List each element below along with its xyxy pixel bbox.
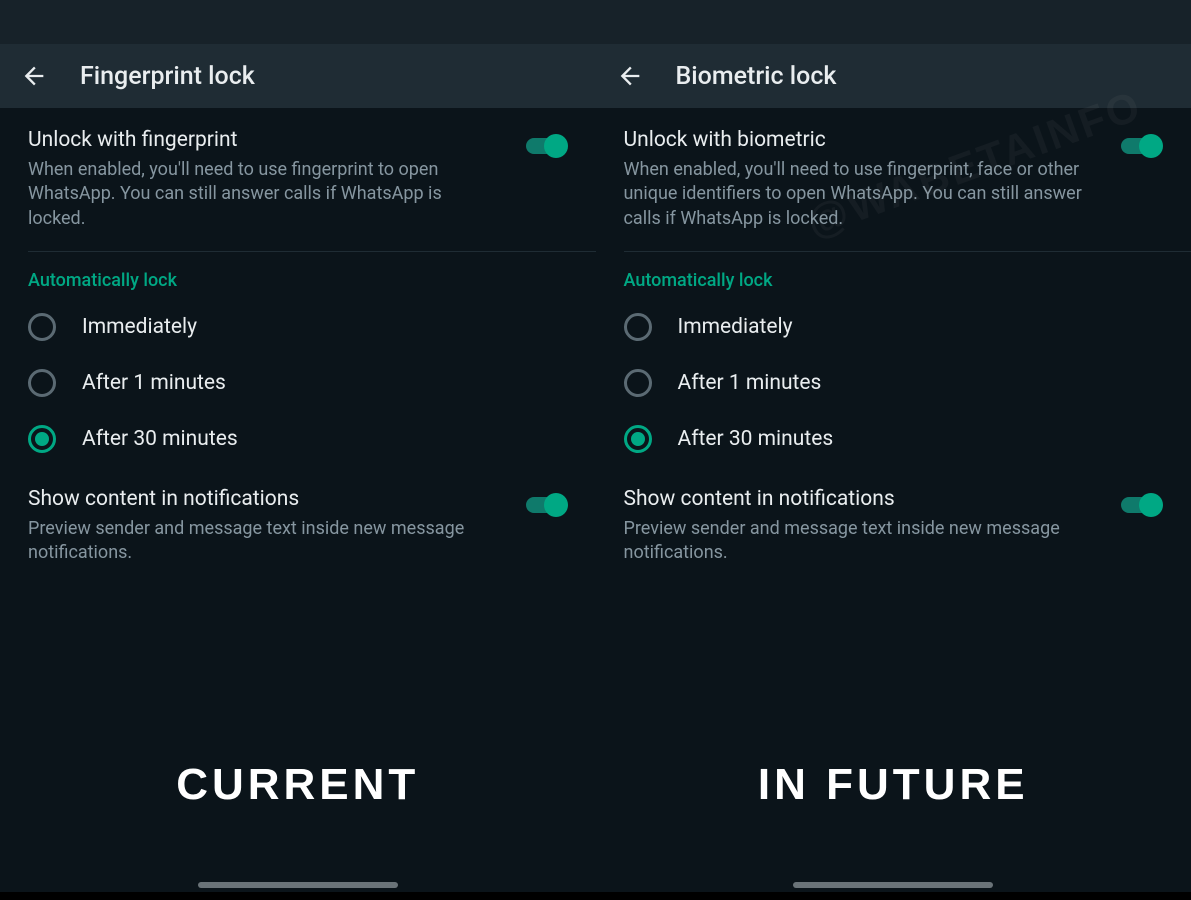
- setting-text: Show content in notifications Preview se…: [28, 487, 522, 566]
- home-indicator: [793, 882, 993, 888]
- radio-label: After 1 minutes: [82, 371, 226, 395]
- radio-icon: [624, 369, 652, 397]
- app-bar-title: Fingerprint lock: [80, 62, 255, 91]
- app-bar-title: Biometric lock: [676, 62, 837, 91]
- status-bar-area: [0, 0, 596, 44]
- status-bar-area: [596, 0, 1191, 44]
- radio-icon: [28, 313, 56, 341]
- radio-icon-selected: [28, 425, 56, 453]
- radio-after-30-min[interactable]: After 30 minutes: [0, 411, 596, 467]
- notif-desc: Preview sender and message text inside n…: [624, 517, 1098, 566]
- app-bar: Fingerprint lock: [0, 44, 596, 108]
- caption-current: CURRENT: [0, 760, 596, 810]
- unlock-title: Unlock with fingerprint: [28, 128, 502, 152]
- notif-title: Show content in notifications: [28, 487, 502, 511]
- radio-icon: [624, 313, 652, 341]
- radio-icon-selected: [624, 425, 652, 453]
- back-arrow-icon[interactable]: [20, 62, 48, 90]
- radio-after-1-min[interactable]: After 1 minutes: [596, 355, 1191, 411]
- notif-title: Show content in notifications: [624, 487, 1098, 511]
- auto-lock-header: Automatically lock: [596, 252, 1191, 299]
- radio-label: Immediately: [82, 315, 197, 339]
- caption-future: IN FUTURE: [596, 760, 1191, 810]
- unlock-setting-row[interactable]: Unlock with fingerprint When enabled, yo…: [0, 108, 596, 251]
- radio-label: After 1 minutes: [678, 371, 822, 395]
- back-arrow-icon[interactable]: [616, 62, 644, 90]
- unlock-desc: When enabled, you'll need to use fingerp…: [28, 158, 502, 231]
- radio-immediately[interactable]: Immediately: [596, 299, 1191, 355]
- unlock-setting-row[interactable]: Unlock with biometric When enabled, you'…: [596, 108, 1191, 251]
- panel-current: Fingerprint lock Unlock with fingerprint…: [0, 0, 596, 900]
- radio-label: Immediately: [678, 315, 793, 339]
- radio-after-30-min[interactable]: After 30 minutes: [596, 411, 1191, 467]
- notif-desc: Preview sender and message text inside n…: [28, 517, 502, 566]
- setting-text: Unlock with biometric When enabled, you'…: [624, 128, 1118, 231]
- unlock-title: Unlock with biometric: [624, 128, 1098, 152]
- setting-text: Unlock with fingerprint When enabled, yo…: [28, 128, 522, 231]
- notif-toggle[interactable]: [1117, 493, 1163, 511]
- panel-future: Biometric lock Unlock with biometric Whe…: [596, 0, 1191, 900]
- unlock-toggle[interactable]: [1117, 134, 1163, 152]
- unlock-toggle[interactable]: [522, 134, 568, 152]
- notif-setting-row[interactable]: Show content in notifications Preview se…: [596, 467, 1191, 586]
- home-indicator: [198, 882, 398, 888]
- bottom-bar: [0, 892, 1191, 900]
- radio-immediately[interactable]: Immediately: [0, 299, 596, 355]
- setting-text: Show content in notifications Preview se…: [624, 487, 1118, 566]
- auto-lock-header: Automatically lock: [0, 252, 596, 299]
- radio-after-1-min[interactable]: After 1 minutes: [0, 355, 596, 411]
- notif-toggle[interactable]: [522, 493, 568, 511]
- notif-setting-row[interactable]: Show content in notifications Preview se…: [0, 467, 596, 586]
- app-bar: Biometric lock: [596, 44, 1191, 108]
- radio-icon: [28, 369, 56, 397]
- radio-label: After 30 minutes: [82, 427, 238, 451]
- radio-label: After 30 minutes: [678, 427, 834, 451]
- unlock-desc: When enabled, you'll need to use fingerp…: [624, 158, 1098, 231]
